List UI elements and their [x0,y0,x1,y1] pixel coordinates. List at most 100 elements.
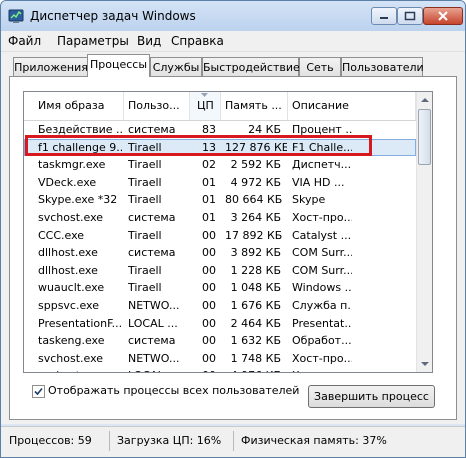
column-description[interactable]: Описание [288,92,416,120]
process-user: LOCAL ... [124,367,190,372]
scroll-down-icon[interactable] [417,356,433,372]
menu-options[interactable]: Параметры [57,34,129,48]
status-cpu: Загрузка ЦП: 16% [117,434,222,447]
process-row[interactable]: PresentationF... LOCAL ... 00 2 464 КБ Prese… [24,315,416,333]
process-cpu: 00 [202,281,216,295]
process-memory: 80 664 КБ [225,193,283,207]
title-bar: Диспетчер задач Windows [1,1,465,31]
tab-services[interactable]: Службы [150,57,202,76]
process-row[interactable]: VDeck.exe Tiraell 01 4 972 КБ VIA HD ... [24,174,416,192]
process-list[interactable]: Имя образа Пользо... ЦП Память ... Описа… [23,91,433,373]
process-row[interactable]: Skype.exe *32 Tiraell 01 80 664 КБ Skype [24,191,416,209]
process-cpu: 00 [202,228,216,242]
process-name: VDeck.exe [38,175,97,189]
process-row[interactable]: svchost.exeLOCAL ...004 976 КБХост-про..… [24,367,416,372]
process-cpu: 01 [202,210,216,224]
close-button[interactable] [423,7,463,25]
process-cpu: 00 [202,316,216,330]
end-process-button[interactable]: Завершить процесс [308,385,435,408]
menu-help[interactable]: Справка [171,34,224,48]
process-cpu: 01 [202,193,216,207]
process-cpu: 01 [202,175,216,189]
process-name: svchost.exe [38,351,104,365]
scroll-up-icon[interactable] [417,92,433,108]
maximize-button[interactable] [397,7,423,25]
menu-file[interactable]: Файл [8,34,41,48]
process-user: LOCAL ... [128,316,178,330]
process-description: Skype [292,193,326,207]
tab-users[interactable]: Пользователи [341,57,424,76]
process-cpu: 00 [202,351,216,365]
process-row[interactable]: taskmgr.exe Tiraell 02 2 592 КБ Диспетч... [24,156,416,174]
task-manager-icon [8,8,24,24]
process-rows: Бездействие ... система 83 24 КБ Процент ...… [24,121,416,372]
process-name: dllhost.exe [38,246,98,260]
process-name: dllhost.exe [38,263,98,277]
process-row[interactable]: taskeng.exe система 00 1 632 КБ Обработ... [24,332,416,350]
status-processes: Процессов: 59 [9,434,92,447]
sort-descending-icon [201,93,208,97]
status-bar: Процессов: 59 Загрузка ЦП: 16% Физическа… [1,426,465,457]
process-description: Диспетч... [292,158,352,172]
column-memory[interactable]: Память ... [221,92,288,120]
process-cpu: 00 [202,263,216,277]
process-name: svchost.exe [38,210,104,224]
process-description: COM Surr... [292,246,352,260]
column-user[interactable]: Пользо... [124,92,190,120]
show-all-processes-label[interactable]: Отображать процессы всех пользователей [48,384,299,397]
process-user: Tiraell [128,263,162,277]
scrollbar-thumb[interactable] [418,109,431,165]
tab-network[interactable]: Сеть [299,57,341,76]
process-description: Хост-про... [288,367,352,372]
process-memory: 1 632 КБ [230,334,281,348]
tab-processes[interactable]: Процессы [87,54,150,77]
tab-applications[interactable]: Приложения [13,57,89,76]
process-row[interactable]: dllhost.exe система 00 3 892 КБ COM Surr... [24,244,416,262]
process-description: Хост-про... [292,210,352,224]
process-memory: 17 892 КБ [225,228,283,242]
process-user: Tiraell [128,281,162,295]
process-user: Tiraell [128,175,162,189]
process-description: COM Surr... [292,263,352,277]
process-memory: 1 748 КБ [230,351,281,365]
menu-view[interactable]: Вид [137,34,161,48]
column-cpu[interactable]: ЦП [190,92,221,120]
show-all-processes-checkbox[interactable] [32,385,45,398]
process-user: NETWO... [128,298,180,312]
process-description: VIA HD ... [292,175,345,189]
task-manager-window: Диспетчер задач Windows Файл Параметры В… [0,0,466,458]
process-row[interactable]: svchost.exe NETWO... 00 1 748 КБ Хост-про... [24,350,416,368]
process-description: Обработ... [292,334,352,348]
process-user: система [128,334,176,348]
process-description: Catalyst ... [292,228,352,242]
process-name: PresentationF... [38,316,122,330]
process-description: Presentat... [292,316,352,330]
process-name: wuauclt.exe [38,281,105,295]
maximize-icon [404,11,416,21]
process-description: Хост-про... [292,351,352,365]
minimize-button[interactable] [371,7,397,25]
process-memory: 2 592 КБ [230,158,281,172]
process-row[interactable]: CCC.exe Tiraell 00 17 892 КБ Catalyst ... [24,227,416,245]
process-memory: 3 892 КБ [230,246,281,260]
process-memory: 1 048 КБ [230,281,281,295]
close-icon [438,11,448,21]
tab-performance[interactable]: Быстродействие [202,57,300,76]
process-memory: 4 976 КБ [221,367,287,372]
vertical-scrollbar[interactable] [416,92,433,372]
process-row[interactable]: wuauclt.exe Tiraell 00 1 048 КБ Windows ... [24,279,416,297]
process-memory: 4 972 КБ [230,175,281,189]
process-user: Tiraell [128,193,162,207]
status-memory: Физическая память: 37% [241,434,387,447]
column-image-name[interactable]: Имя образа [34,92,124,120]
process-user: система [128,210,176,224]
column-header-row: Имя образа Пользо... ЦП Память ... Описа… [24,92,416,121]
process-cpu: 02 [202,158,216,172]
process-row[interactable]: svchost.exe система 01 3 264 КБ Хост-про... [24,209,416,227]
red-highlight-box [25,135,372,156]
process-description: Windows ... [292,281,352,295]
process-row[interactable]: sppsvc.exe NETWO... 00 1 676 КБ Служба п... [24,297,416,315]
process-name: sppsvc.exe [38,298,99,312]
checkmark-icon [34,387,43,396]
process-row[interactable]: dllhost.exe Tiraell 00 1 228 КБ COM Surr... [24,262,416,280]
